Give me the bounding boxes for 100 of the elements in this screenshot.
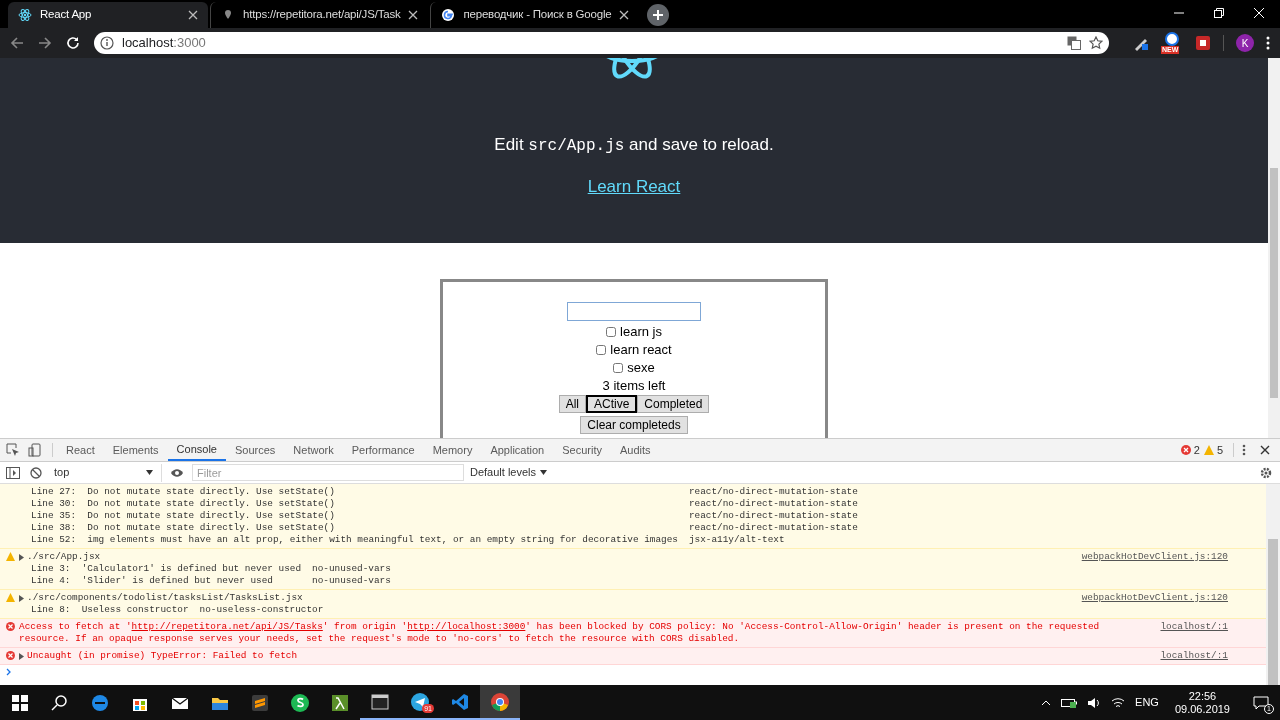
lint-message: Line 27: Do not mutate state directly. Use setState() [31, 486, 336, 498]
s-letter-icon [290, 692, 310, 713]
url-link[interactable]: http://repetitora.net/api/JS/Tasks [131, 621, 323, 632]
message-text: ./src/App.jsx [27, 551, 101, 563]
devtools-tab[interactable]: Audits [610, 439, 660, 461]
lint-rule: no-unused-vars [312, 563, 392, 575]
clear-completed-button[interactable]: Clear completeds [580, 416, 688, 434]
expand-triangle-icon[interactable] [19, 594, 24, 602]
taskbar-button[interactable] [480, 685, 520, 720]
error-message: Access to fetch at 'http://repetitora.net/api/JS/Tasks' from origin 'http://localhost:3000' has been blocked by CORS policy: No 'Access-Control-Allow-Origin' header is present on the requested resource. If an opaque response serves your needs, set the request's mode to 'no-cors' to fetch the resource with CORS disabled. [19, 621, 1101, 645]
task-input[interactable] [567, 302, 701, 321]
expand-triangle-icon[interactable] [19, 553, 24, 561]
forward-arrow-icon[interactable] [38, 36, 52, 50]
language-indicator[interactable]: ENG [1135, 694, 1159, 711]
caret-icon [146, 470, 153, 475]
kebab-menu-icon[interactable] [1242, 444, 1246, 456]
checkbox[interactable] [613, 363, 624, 373]
star-icon[interactable] [1089, 36, 1103, 50]
devtools-tab[interactable]: Console [167, 439, 226, 461]
address-bar[interactable]: localhost:3000 [94, 32, 1109, 54]
profile-avatar[interactable]: K [1236, 34, 1254, 52]
clear-console-icon[interactable] [30, 466, 42, 479]
back-arrow-icon[interactable] [10, 36, 24, 50]
prompt-chevron-icon[interactable] [6, 668, 12, 676]
wifi-icon[interactable] [1111, 696, 1126, 709]
expand-triangle-icon[interactable] [19, 652, 24, 660]
kebab-menu-icon[interactable] [1266, 36, 1270, 50]
close-icon[interactable] [619, 10, 630, 20]
terminal-icon [370, 691, 390, 712]
filter-field[interactable]: Filter [192, 464, 464, 481]
translate-icon[interactable] [1067, 36, 1081, 50]
items-left-count: 3 items left [602, 377, 666, 395]
task-label: sexe [627, 359, 655, 377]
lint-rule: jsx-a11y/alt-text [689, 534, 786, 546]
instruction-text: Edit src/App.js and save to reload. [494, 134, 774, 157]
lambda-icon [330, 692, 350, 713]
clock[interactable]: 22:56 09.06.2019 [1174, 689, 1230, 716]
speech-bubble-icon [1253, 695, 1269, 710]
devtools-tab[interactable]: Elements [103, 439, 168, 461]
task-label: learn js [620, 323, 662, 341]
levels-dropdown[interactable]: Default levels [470, 464, 548, 481]
source-link[interactable]: localhost/:1 [1160, 621, 1228, 633]
lint-rule: no-useless-constructor [199, 604, 325, 616]
maximize-icon[interactable] [1214, 8, 1224, 18]
windows-icon [10, 692, 30, 713]
checkbox[interactable] [596, 345, 607, 355]
scrollbar[interactable] [1266, 484, 1280, 685]
tab-title: https://repetitora.net/api/JS/Task [243, 7, 401, 23]
lint-rule: no-unused-vars [312, 575, 392, 587]
checkbox[interactable] [606, 327, 617, 337]
devtools-tab[interactable]: Sources [225, 439, 285, 461]
message-text: Uncaught (in promise) TypeError: Failed to fetch [27, 650, 298, 662]
url-link[interactable]: http://localhost:3000 [407, 621, 526, 632]
chevron-up-icon[interactable] [1041, 699, 1052, 706]
warning-icon [6, 593, 15, 602]
scrollbar[interactable] [1268, 58, 1280, 438]
inspect-icon[interactable] [6, 443, 20, 457]
device-icon[interactable] [28, 443, 42, 457]
source-link[interactable]: webpackHotDevClient.js:120 [1081, 592, 1228, 604]
devtools-tab[interactable]: Memory [423, 439, 482, 461]
devtools-tab[interactable]: React [57, 439, 104, 461]
browser-tab[interactable]: React App [8, 2, 208, 28]
devtools-tab[interactable]: Security [553, 439, 611, 461]
warning-count: 5 [1216, 442, 1223, 458]
globe-icon [1165, 32, 1179, 46]
lint-message: Line 30: Do not mutate state directly. Use setState() [31, 498, 336, 510]
close-icon[interactable] [408, 10, 419, 20]
learn-react-link[interactable]: Learn React [587, 174, 681, 200]
devtools-tab[interactable]: Network [284, 439, 343, 461]
info-icon[interactable] [100, 36, 114, 50]
url-text: localhost:3000 [122, 34, 207, 53]
task-label: learn react [610, 341, 672, 359]
new-tab-button[interactable] [647, 4, 670, 26]
speaker-icon[interactable] [1087, 696, 1102, 709]
battery-icon[interactable] [1061, 697, 1078, 708]
filter-button[interactable]: Completed [637, 395, 710, 413]
chrome-icon [490, 691, 510, 712]
eye-icon[interactable] [170, 467, 184, 478]
lint-rule: react/no-direct-mutation-state [689, 522, 859, 534]
close-icon[interactable] [188, 10, 198, 20]
filter-button[interactable]: ACtive [586, 395, 638, 413]
puzzle-icon[interactable] [1195, 35, 1211, 51]
reload-icon[interactable] [66, 36, 80, 50]
lint-rule: react/no-direct-mutation-state [689, 510, 859, 522]
devtools-tab[interactable]: Performance [342, 439, 424, 461]
lint-message: Line 8: Useless constructor [31, 604, 189, 616]
tab-title: переводчик - Поиск в Google [463, 7, 612, 23]
lint-rule: react/no-direct-mutation-state [689, 498, 859, 510]
search-icon [50, 692, 70, 713]
sidebar-toggle-icon[interactable] [6, 466, 20, 479]
devtools-tab[interactable]: Application [481, 439, 554, 461]
error-icon [6, 651, 15, 660]
source-link[interactable]: localhost/:1 [1160, 650, 1228, 662]
warning-icon [6, 552, 15, 561]
filter-button[interactable]: All [558, 395, 586, 413]
settings-icon[interactable] [1260, 466, 1272, 479]
source-link[interactable]: webpackHotDevClient.js:120 [1081, 551, 1228, 563]
context-select[interactable]: top [50, 463, 162, 482]
close-icon[interactable] [1260, 445, 1270, 455]
g-letter-icon [441, 8, 456, 22]
